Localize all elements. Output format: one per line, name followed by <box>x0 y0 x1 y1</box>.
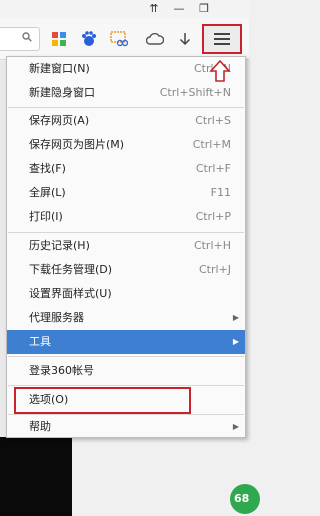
notification-badge: 68 <box>230 484 260 514</box>
menu-item-print[interactable]: 打印(I) Ctrl+P <box>7 205 245 229</box>
submenu-arrow-icon: ▶ <box>232 337 239 346</box>
baidu-paw-icon[interactable] <box>78 28 100 50</box>
menu-item-shortcut: Ctrl+H <box>193 239 231 252</box>
menu-item-shortcut: Ctrl+J <box>198 263 231 276</box>
screenshot-scissors-icon[interactable] <box>108 28 130 50</box>
menu-separator <box>8 356 244 357</box>
menu-item-label: 工具 <box>29 335 51 348</box>
restore-button[interactable]: ❐ <box>195 1 213 16</box>
app-grid-icon[interactable] <box>48 28 70 50</box>
submenu-arrow-icon: ▶ <box>232 422 239 431</box>
menu-item-fullscreen[interactable]: 全屏(L) F11 <box>7 181 245 205</box>
options-highlight-box <box>14 387 191 414</box>
menu-item-label: 代理服务器 <box>29 311 84 324</box>
menu-item-label: 帮助 <box>29 420 51 433</box>
search-icon[interactable] <box>22 31 32 45</box>
menu-separator <box>8 107 244 108</box>
menu-item-label: 全屏(L) <box>29 186 66 199</box>
menu-item-new-incognito-window[interactable]: 新建隐身窗口 Ctrl+Shift+N <box>7 81 245 105</box>
menu-item-interface-style[interactable]: 设置界面样式(U) <box>7 282 245 306</box>
menu-item-download-manager[interactable]: 下载任务管理(D) Ctrl+J <box>7 258 245 282</box>
main-menu: 新建窗口(N)Ctrl+N 新建隐身窗口Ctrl+Shift+N 保存网页(A)… <box>6 56 246 438</box>
menu-item-shortcut: Ctrl+Shift+N <box>159 86 231 99</box>
menu-separator <box>8 385 244 386</box>
submenu-arrow-icon: ▶ <box>232 313 239 322</box>
menu-item-history[interactable]: 历史记录(H) Ctrl+H <box>7 234 245 258</box>
menu-item-shortcut: F11 <box>210 186 231 199</box>
title-bar: ⇈ — ❐ <box>0 0 249 18</box>
menu-item-save-page-as-image[interactable]: 保存网页为图片(M) Ctrl+M <box>7 133 245 157</box>
menu-item-label: 新建隐身窗口 <box>29 86 95 99</box>
menu-icon <box>214 33 230 45</box>
menu-item-save-page[interactable]: 保存网页(A) Ctrl+S <box>7 109 245 133</box>
menu-item-find[interactable]: 查找(F) Ctrl+F <box>7 157 245 181</box>
menu-separator <box>8 232 244 233</box>
page-dark-region <box>0 437 72 516</box>
menu-item-label: 设置界面样式(U) <box>29 287 112 300</box>
menu-item-label: 保存网页为图片(M) <box>29 138 125 151</box>
menu-item-label: 查找(F) <box>29 162 66 175</box>
main-menu-button[interactable] <box>202 24 242 54</box>
menu-item-label: 登录360帐号 <box>29 364 94 377</box>
cloud-icon[interactable] <box>144 28 166 50</box>
address-bar[interactable] <box>0 27 40 51</box>
menu-item-tools[interactable]: 工具 ▶ <box>7 330 245 354</box>
menu-item-label: 打印(I) <box>29 210 63 223</box>
minimize-button[interactable]: — <box>170 1 188 16</box>
menu-item-shortcut: Ctrl+S <box>195 114 231 127</box>
menu-item-label: 下载任务管理(D) <box>29 263 113 276</box>
menu-item-label: 新建窗口(N) <box>29 62 90 75</box>
download-arrow-icon[interactable] <box>174 28 196 50</box>
pointer-up-arrow-icon <box>209 60 231 82</box>
menu-item-help[interactable]: 帮助 ▶ <box>7 415 245 439</box>
toolbar <box>0 18 249 60</box>
menu-item-login-360[interactable]: 登录360帐号 <box>7 359 245 383</box>
menu-item-label: 保存网页(A) <box>29 114 90 127</box>
pin-icon[interactable]: ⇈ <box>145 1 163 16</box>
menu-item-shortcut: Ctrl+P <box>195 210 231 223</box>
menu-item-shortcut: Ctrl+M <box>192 138 231 151</box>
menu-item-proxy-server[interactable]: 代理服务器 ▶ <box>7 306 245 330</box>
menu-item-label: 历史记录(H) <box>29 239 90 252</box>
menu-item-shortcut: Ctrl+F <box>195 162 231 175</box>
